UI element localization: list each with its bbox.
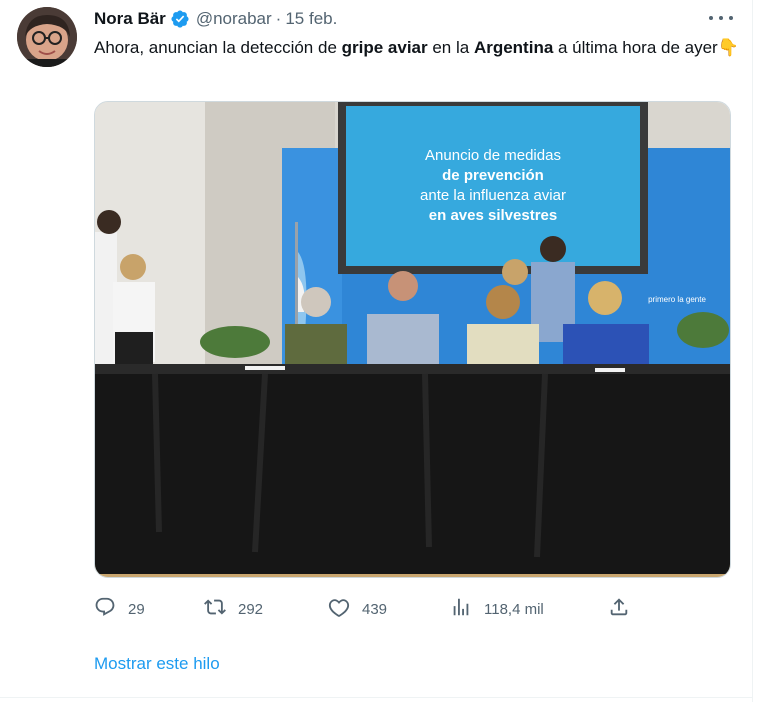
avatar[interactable] [17,7,77,67]
reply-count: 29 [128,600,145,618]
author-name[interactable]: Nora Bär [94,9,166,29]
share-icon [608,596,630,622]
tweet-text: Ahora, anuncian la detección de gripe av… [94,35,744,61]
tweet-header: Nora Bär @norabar · 15 feb. [94,9,337,29]
tweet-divider [0,697,752,698]
text-bold-keyword: Argentina [473,38,554,57]
screen-line-3: ante la influenza aviar [420,187,566,204]
views-button[interactable]: 118,4 mil [450,596,544,622]
show-thread-link[interactable]: Mostrar este hilo [94,654,220,674]
reply-button[interactable]: 29 [94,596,145,622]
text-part: a última hora de ayer [553,38,718,57]
share-button[interactable] [608,596,630,622]
tweet-photo[interactable]: Anuncio de medidas de prevención ante la… [94,101,731,578]
verified-badge-icon [170,9,190,29]
retweet-count: 292 [238,600,264,618]
screen-line-4: en aves silvestres [429,207,557,224]
retweet-icon [204,596,226,622]
text-part: en la [427,38,474,57]
retweet-button[interactable]: 292 [204,596,263,622]
reply-icon [94,596,116,622]
text-bold-keyword: gripe aviar [341,38,428,57]
screen-line-2: de prevención [442,167,544,184]
backdrop-banner-text: primero la gente [648,295,706,304]
more-options-icon[interactable] [709,8,733,28]
tweet-actions: 29 292 439 118,4 mil [94,596,734,620]
like-button[interactable]: 439 [328,596,387,622]
screen-line-1: Anuncio de medidas [425,147,561,164]
tweet-date[interactable]: 15 feb. [285,9,337,29]
like-count: 439 [362,600,388,618]
like-icon [328,596,350,622]
views-count: 118,4 mil [484,600,544,618]
column-border [752,0,753,702]
text-part: Ahora, anuncian la detección de [94,38,342,57]
views-icon [450,596,472,622]
pointing-down-emoji: 👇 [717,38,739,57]
author-handle[interactable]: @norabar [196,9,272,29]
separator-dot: · [275,9,282,28]
